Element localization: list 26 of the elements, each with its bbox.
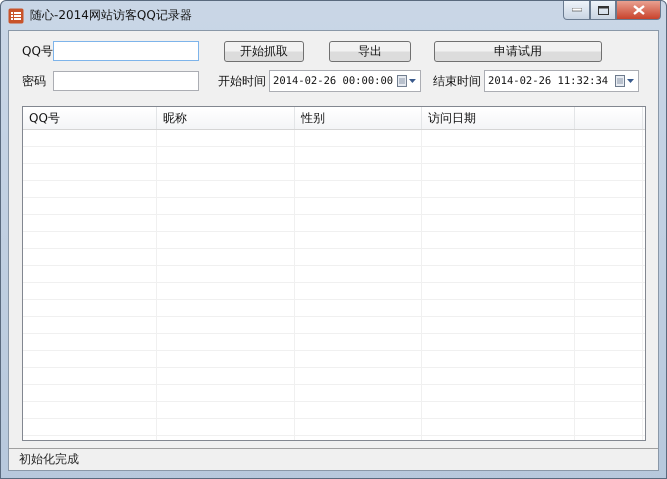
- toolbar-button[interactable]: 申请试用: [434, 40, 602, 62]
- password-input-field[interactable]: [53, 71, 199, 91]
- calendar-dropdown-icon: [615, 75, 635, 87]
- date-time-picker[interactable]: 2014-02-26 00:00:00: [269, 70, 421, 92]
- maximize-button[interactable]: [590, 1, 616, 20]
- column-header[interactable]: 昵称: [157, 107, 295, 129]
- status-text: 初始化完成: [19, 451, 79, 468]
- field-label: 结束时间: [433, 72, 482, 90]
- calendar-dropdown-icon: [397, 75, 417, 87]
- column-header[interactable]: QQ号: [23, 107, 157, 129]
- minimize-button[interactable]: [563, 1, 590, 20]
- list-icon: [8, 8, 24, 24]
- column-header[interactable]: 访问日期: [422, 107, 575, 129]
- close-button[interactable]: [616, 1, 661, 20]
- field-label: QQ号: [22, 42, 53, 60]
- qq-input-field[interactable]: [53, 41, 199, 61]
- window-title: 随心-2014网站访客QQ记录器: [30, 7, 193, 24]
- field-label: 密码: [22, 72, 47, 90]
- date-time-picker[interactable]: 2014-02-26 11:32:34: [484, 70, 639, 92]
- column-header[interactable]: 性别: [295, 107, 422, 129]
- toolbar-button[interactable]: 导出: [329, 40, 411, 62]
- close-icon: [632, 5, 644, 15]
- maximize-icon: [598, 6, 608, 14]
- minimize-icon: [572, 8, 582, 12]
- toolbar-button[interactable]: 开始抓取: [224, 40, 304, 62]
- field-label: 开始时间: [218, 72, 267, 90]
